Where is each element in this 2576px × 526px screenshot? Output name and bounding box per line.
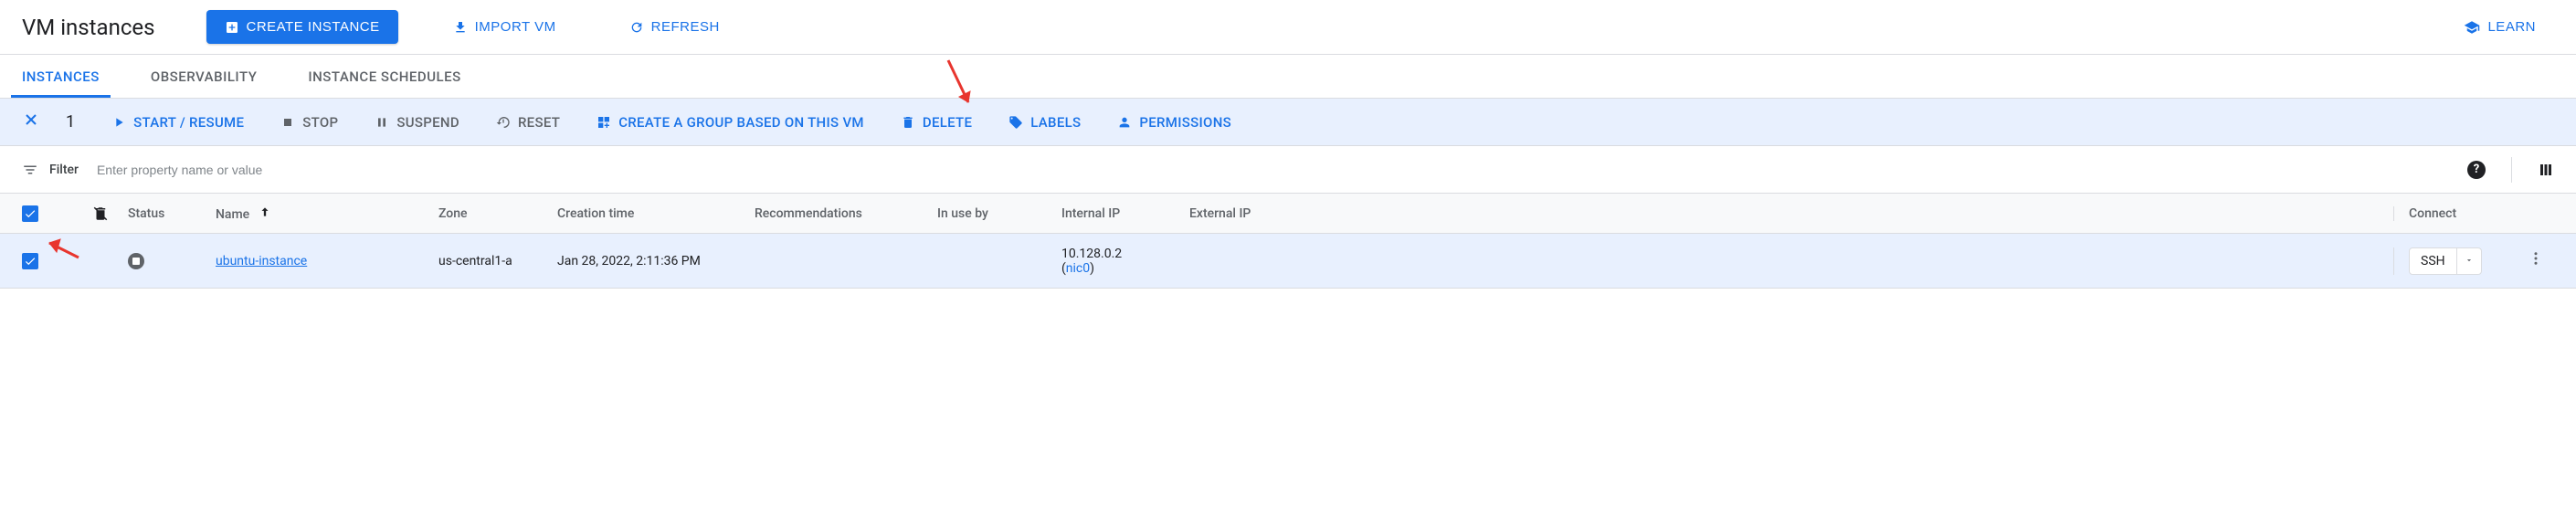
instance-name-link[interactable]: ubuntu-instance <box>216 254 307 268</box>
divider <box>2511 157 2512 183</box>
tab-observability[interactable]: OBSERVABILITY <box>151 55 258 98</box>
row-zone: us-central1-a <box>438 254 557 268</box>
play-icon <box>111 115 126 130</box>
tab-instance-schedules[interactable]: INSTANCE SCHEDULES <box>308 55 460 98</box>
create-group-button[interactable]: CREATE A GROUP BASED ON THIS VM <box>596 114 864 131</box>
page-title: VM instances <box>22 15 155 40</box>
tabs: INSTANCES OBSERVABILITY INSTANCE SCHEDUL… <box>0 55 2576 99</box>
clear-selection-icon[interactable] <box>22 110 40 133</box>
ssh-dropdown-icon[interactable] <box>2456 248 2481 274</box>
stop-icon <box>280 115 295 130</box>
status-stopped-icon <box>128 253 144 269</box>
col-status[interactable]: Status <box>128 206 216 221</box>
col-zone[interactable]: Zone <box>438 206 557 221</box>
row-checkbox[interactable] <box>22 253 38 269</box>
nic-link[interactable]: nic0 <box>1066 261 1090 276</box>
col-external-ip[interactable]: External IP <box>1189 206 1295 221</box>
reset-button[interactable]: RESET <box>496 114 560 131</box>
learn-icon <box>2464 19 2480 36</box>
filter-input[interactable] <box>90 159 2456 181</box>
filter-icon <box>22 162 38 178</box>
delete-button[interactable]: DELETE <box>901 114 972 131</box>
refresh-button[interactable]: REFRESH <box>611 10 738 44</box>
suspend-button[interactable]: SUSPEND <box>375 114 459 131</box>
row-creation-time: Jan 28, 2022, 2:11:36 PM <box>557 254 755 268</box>
instances-table: Status Name Zone Creation time Recommend… <box>0 194 2576 289</box>
learn-button[interactable]: LEARN <box>2445 10 2554 45</box>
create-icon <box>225 20 239 35</box>
selection-bar: 1 START / RESUME STOP SUSPEND RESET CREA… <box>0 99 2576 146</box>
labels-icon <box>1008 115 1023 130</box>
pause-icon <box>375 115 389 130</box>
group-icon <box>596 115 611 130</box>
col-internal-ip[interactable]: Internal IP <box>1061 206 1189 221</box>
import-vm-button[interactable]: IMPORT VM <box>435 10 575 44</box>
trash-column-icon <box>92 205 109 222</box>
start-resume-button[interactable]: START / RESUME <box>111 114 244 131</box>
stop-button[interactable]: STOP <box>280 114 338 131</box>
labels-button[interactable]: LABELS <box>1008 114 1081 131</box>
sort-asc-icon <box>259 205 271 218</box>
col-creation-time[interactable]: Creation time <box>557 206 755 221</box>
table-row: ubuntu-instance us-central1-a Jan 28, 20… <box>0 234 2576 289</box>
help-icon[interactable]: ? <box>2467 161 2486 179</box>
import-icon <box>453 20 468 35</box>
refresh-icon <box>629 20 644 35</box>
person-icon <box>1117 115 1132 130</box>
permissions-button[interactable]: PERMISSIONS <box>1117 114 1231 131</box>
delete-icon <box>901 115 915 130</box>
select-all-checkbox[interactable] <box>22 205 38 222</box>
page-header: VM instances CREATE INSTANCE IMPORT VM R… <box>0 0 2576 55</box>
columns-icon[interactable] <box>2538 162 2554 178</box>
table-header: Status Name Zone Creation time Recommend… <box>0 194 2576 234</box>
col-name[interactable]: Name <box>216 205 438 222</box>
ssh-button[interactable]: SSH <box>2409 247 2482 275</box>
create-instance-button[interactable]: CREATE INSTANCE <box>206 10 398 44</box>
reset-icon <box>496 115 511 130</box>
filter-label: Filter <box>49 163 79 177</box>
col-connect: Connect <box>2393 206 2518 221</box>
col-in-use-by[interactable]: In use by <box>937 206 1061 221</box>
more-icon[interactable] <box>2528 252 2544 271</box>
col-recommendations[interactable]: Recommendations <box>755 206 937 221</box>
row-internal-ip: 10.128.0.2 (nic0) <box>1061 247 1189 276</box>
filter-bar: Filter ? <box>0 146 2576 194</box>
tab-instances[interactable]: INSTANCES <box>22 55 100 98</box>
selection-count: 1 <box>66 112 75 132</box>
